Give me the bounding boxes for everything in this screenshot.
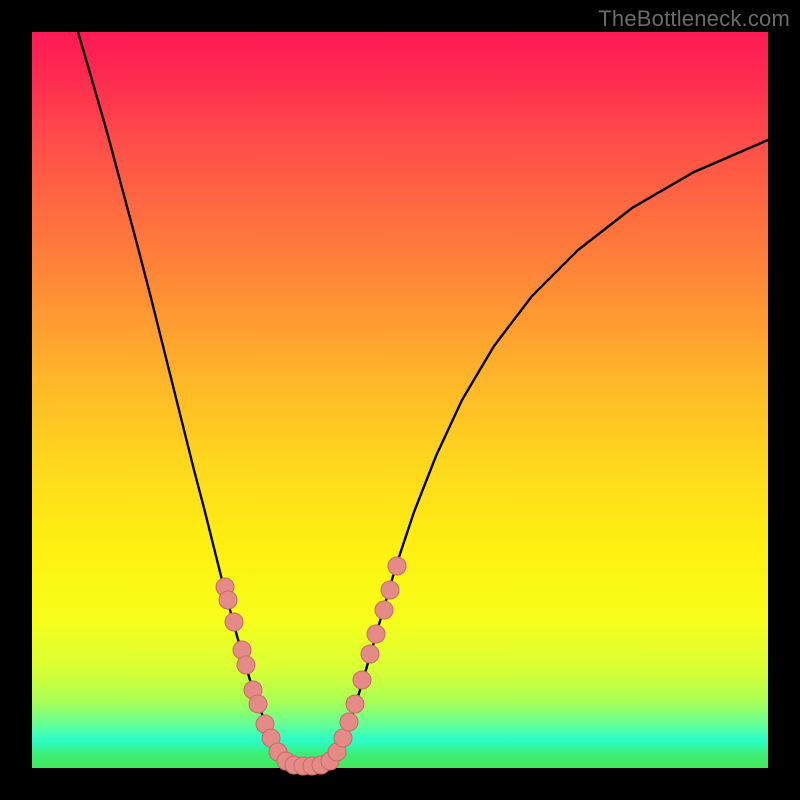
highlight-dot	[353, 671, 371, 689]
bottleneck-curve-right	[332, 140, 768, 761]
watermark-text: TheBottleneck.com	[598, 6, 790, 32]
highlight-dot	[388, 557, 406, 575]
highlight-dot	[367, 625, 385, 643]
highlight-dot	[340, 713, 358, 731]
highlight-dot	[375, 601, 393, 619]
highlight-dot	[237, 656, 255, 674]
highlight-dot	[249, 695, 267, 713]
highlight-dot	[361, 645, 379, 663]
highlight-dot	[381, 581, 399, 599]
highlight-dots-group	[216, 557, 406, 775]
highlight-dot	[334, 729, 352, 747]
highlight-dot	[225, 613, 243, 631]
outer-frame: TheBottleneck.com	[0, 0, 800, 800]
highlight-dot	[219, 591, 237, 609]
bottleneck-curve-left	[78, 32, 284, 761]
highlight-dot	[346, 695, 364, 713]
chart-overlay	[32, 32, 768, 768]
